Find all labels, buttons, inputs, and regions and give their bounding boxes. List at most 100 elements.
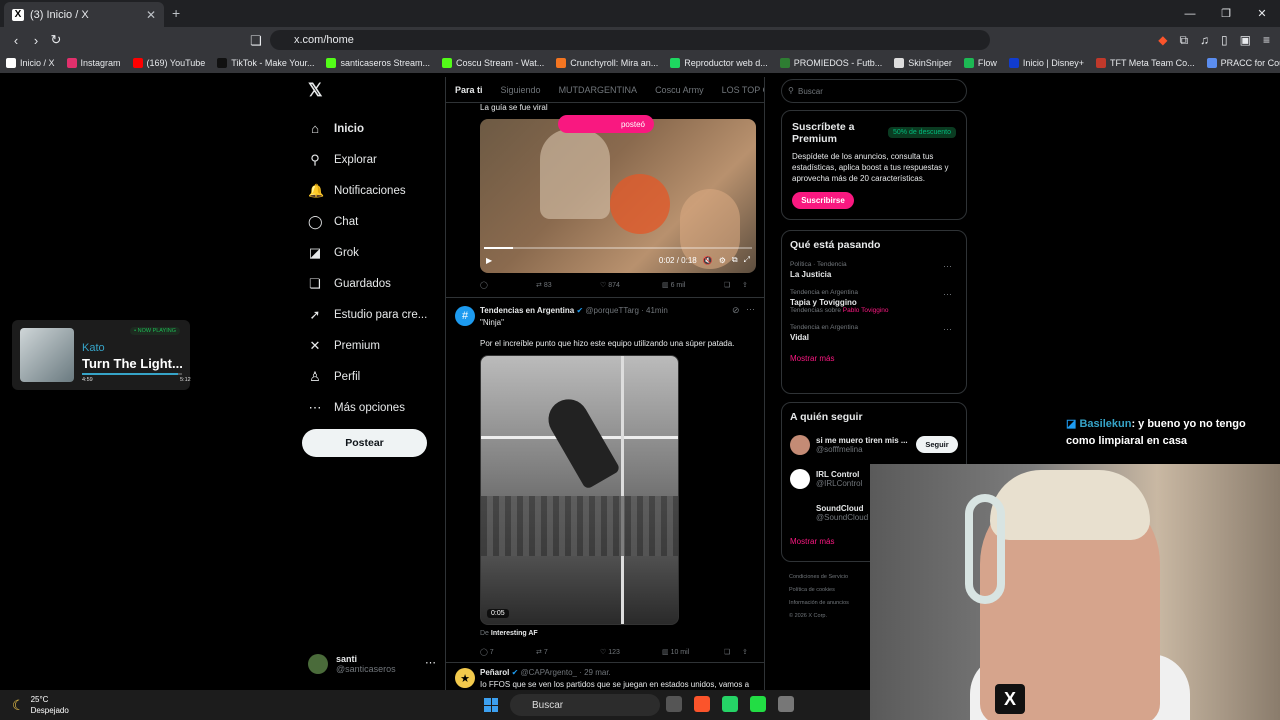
extensions-icon[interactable]: ⧉ (1179, 33, 1188, 48)
close-window-icon[interactable]: ✕ (1244, 0, 1280, 27)
share-icon[interactable]: ⇪ (742, 281, 748, 289)
verified-icon: ✔ (576, 306, 584, 315)
brave-shield-icon[interactable]: ◆ (1158, 33, 1167, 48)
timeline-tab[interactable]: Siguiendo (501, 85, 541, 95)
nav-item-chat[interactable]: ◯ Chat (300, 206, 440, 237)
footer-link[interactable]: Información de anuncios (789, 597, 869, 610)
pip-icon[interactable]: ⧉ (732, 255, 738, 265)
like-icon[interactable]: ♡ 123 (600, 648, 662, 656)
fullscreen-icon[interactable]: ⤢ (744, 255, 750, 265)
tweet-more-icon[interactable]: ⋯ (746, 304, 755, 315)
forward-icon[interactable]: › (26, 33, 46, 48)
bookmark-item[interactable]: PROMIEDOS - Futb... (779, 58, 882, 68)
grok-tweet-icon[interactable]: ⊘ (732, 305, 740, 316)
bookmark-page-icon[interactable]: ❏ (246, 33, 266, 49)
reload-icon[interactable]: ↻ (46, 32, 66, 48)
nav-item-explorar[interactable]: ⚲ Explorar (300, 144, 440, 175)
hashtag-avatar-icon[interactable]: # (455, 306, 475, 326)
bookmark-item[interactable]: TikTok - Make Your... (217, 58, 314, 68)
repost-icon[interactable]: ⇄ 83 (536, 281, 600, 289)
trend-more-icon[interactable]: ⋯ (943, 261, 952, 272)
browser-tab[interactable]: X (3) Inicio / X ✕ (4, 2, 164, 27)
post-button[interactable]: Postear (302, 429, 427, 457)
account-switcher[interactable]: santi @santicaseros (308, 654, 396, 674)
bookmark-item[interactable]: PRACC for Counter-... (1206, 58, 1280, 68)
x-logo-icon[interactable]: 𝕏 (308, 80, 440, 101)
mute-icon[interactable]: 🔇 (703, 256, 713, 265)
windows-start-icon[interactable] (484, 698, 498, 712)
media-icon[interactable]: ♫ (1200, 33, 1209, 48)
video-player[interactable]: 0:05 (480, 355, 679, 625)
taskbar-search[interactable]: Buscar (510, 694, 660, 716)
bookmark-item[interactable]: SkinSniper (894, 58, 952, 68)
nav-item-estudio-para-cre-[interactable]: ➚ Estudio para cre... (300, 299, 440, 330)
menu-icon[interactable]: ≡ (1263, 33, 1270, 48)
bookmark-item[interactable]: Reproductor web d... (670, 58, 768, 68)
views-icon[interactable]: ▥ 10 mil (662, 648, 724, 656)
bookmark-item[interactable]: TFT Meta Team Co... (1095, 58, 1195, 68)
trend-item[interactable]: Política · Tendencia La Justicia ⋯ (790, 261, 958, 279)
reply-icon[interactable]: ◯ (480, 281, 536, 289)
now-playing-badge: • NOW PLAYING (130, 327, 180, 335)
nav-item-notificaciones[interactable]: 🔔 Notificaciones (300, 175, 440, 206)
play-icon[interactable]: ▶ (486, 256, 492, 265)
nav-item-perfil[interactable]: ♙ Perfil (300, 361, 440, 392)
whatsapp-icon[interactable] (722, 696, 738, 712)
bookmark-item[interactable]: (169) YouTube (132, 58, 205, 68)
brave-icon[interactable] (694, 696, 710, 712)
app-icon[interactable] (750, 696, 766, 712)
repost-icon[interactable]: ⇄ 7 (536, 648, 600, 656)
nav-item-grok[interactable]: ◪ Grok (300, 237, 440, 268)
nav-item-guardados[interactable]: ❏ Guardados (300, 268, 440, 299)
bookmark-item[interactable]: Coscu Stream - Wat... (442, 58, 544, 68)
back-icon[interactable]: ‹ (6, 33, 26, 48)
bookmark-item[interactable]: Instagram (66, 58, 121, 68)
wallet-icon[interactable]: ▣ (1240, 33, 1251, 48)
settings-icon[interactable]: ⚙ (719, 256, 726, 265)
avatar[interactable]: ★ (455, 668, 475, 688)
footer-link[interactable]: Condiciones de Servicio (789, 571, 869, 584)
trend-item[interactable]: Tendencia en Argentina Tapia y Toviggino T… (790, 289, 958, 314)
timeline-tab[interactable]: Coscu Army (655, 85, 704, 95)
follow-suggestion[interactable]: si me muero tiren mis ... @sofffmelina Seg… (790, 433, 958, 457)
save-icon[interactable]: ❏ (724, 648, 742, 656)
weather-widget[interactable]: ☾ 25°C Despejado (12, 694, 69, 716)
trend-item[interactable]: Tendencia en Argentina Vidal ⋯ (790, 324, 958, 342)
subscribe-button[interactable]: Suscribirse (792, 192, 854, 209)
video-player[interactable]: ▶ 0:02 / 0:18 🔇 ⚙ ⧉ ⤢ (480, 119, 756, 273)
more-icon[interactable]: ⋯ (425, 656, 436, 669)
nav-item-inicio[interactable]: ⌂ Inicio (300, 113, 440, 144)
nav-item-premium[interactable]: ✕ Premium (300, 330, 440, 361)
url-input[interactable]: x.com/home (270, 30, 990, 50)
trend-more-icon[interactable]: ⋯ (943, 324, 952, 335)
bookmark-item[interactable]: Crunchyroll: Mira an... (556, 58, 658, 68)
bookmark-item[interactable]: santicaseros Stream... (326, 58, 430, 68)
nav-item-más-opciones[interactable]: ⋯ Más opciones (300, 392, 440, 423)
task-view-icon[interactable] (666, 696, 682, 712)
follow-button[interactable]: Seguir (916, 436, 958, 453)
bookmark-item[interactable]: Flow (963, 58, 997, 68)
close-tab-icon[interactable]: ✕ (146, 8, 156, 22)
new-tab-icon[interactable]: + (172, 5, 180, 21)
timeline-tab[interactable]: MUTDARGENTINA (559, 85, 638, 95)
bookmark-item[interactable]: Inicio | Disney+ (1008, 58, 1084, 68)
footer-link[interactable]: © 2026 X Corp. (789, 610, 869, 623)
maximize-icon[interactable]: ❐ (1208, 0, 1244, 27)
share-icon[interactable]: ⇪ (742, 648, 748, 656)
bookmark-item[interactable]: Inicio / X (6, 58, 55, 68)
footer-link[interactable]: Política de cookies (789, 584, 869, 597)
like-icon[interactable]: ♡ 874 (600, 281, 662, 289)
reply-icon[interactable]: ◯ 7 (480, 648, 536, 656)
settings-icon[interactable] (778, 696, 794, 712)
rocket-icon: ➚ (309, 306, 321, 322)
views-icon[interactable]: ▥ 6 mil (662, 281, 724, 289)
reposted-pill[interactable]: posteó (558, 115, 654, 133)
save-icon[interactable]: ❏ (724, 281, 742, 289)
sidebar-icon[interactable]: ▯ (1221, 33, 1228, 48)
trend-more-icon[interactable]: ⋯ (943, 289, 952, 300)
minimize-icon[interactable]: — (1172, 0, 1208, 27)
search-input[interactable]: Buscar (781, 79, 967, 103)
timeline-tab[interactable]: LOS TOP GLOBAL (722, 85, 764, 95)
show-more-link[interactable]: Mostrar más (790, 354, 958, 363)
timeline-tab[interactable]: Para ti (455, 85, 483, 95)
